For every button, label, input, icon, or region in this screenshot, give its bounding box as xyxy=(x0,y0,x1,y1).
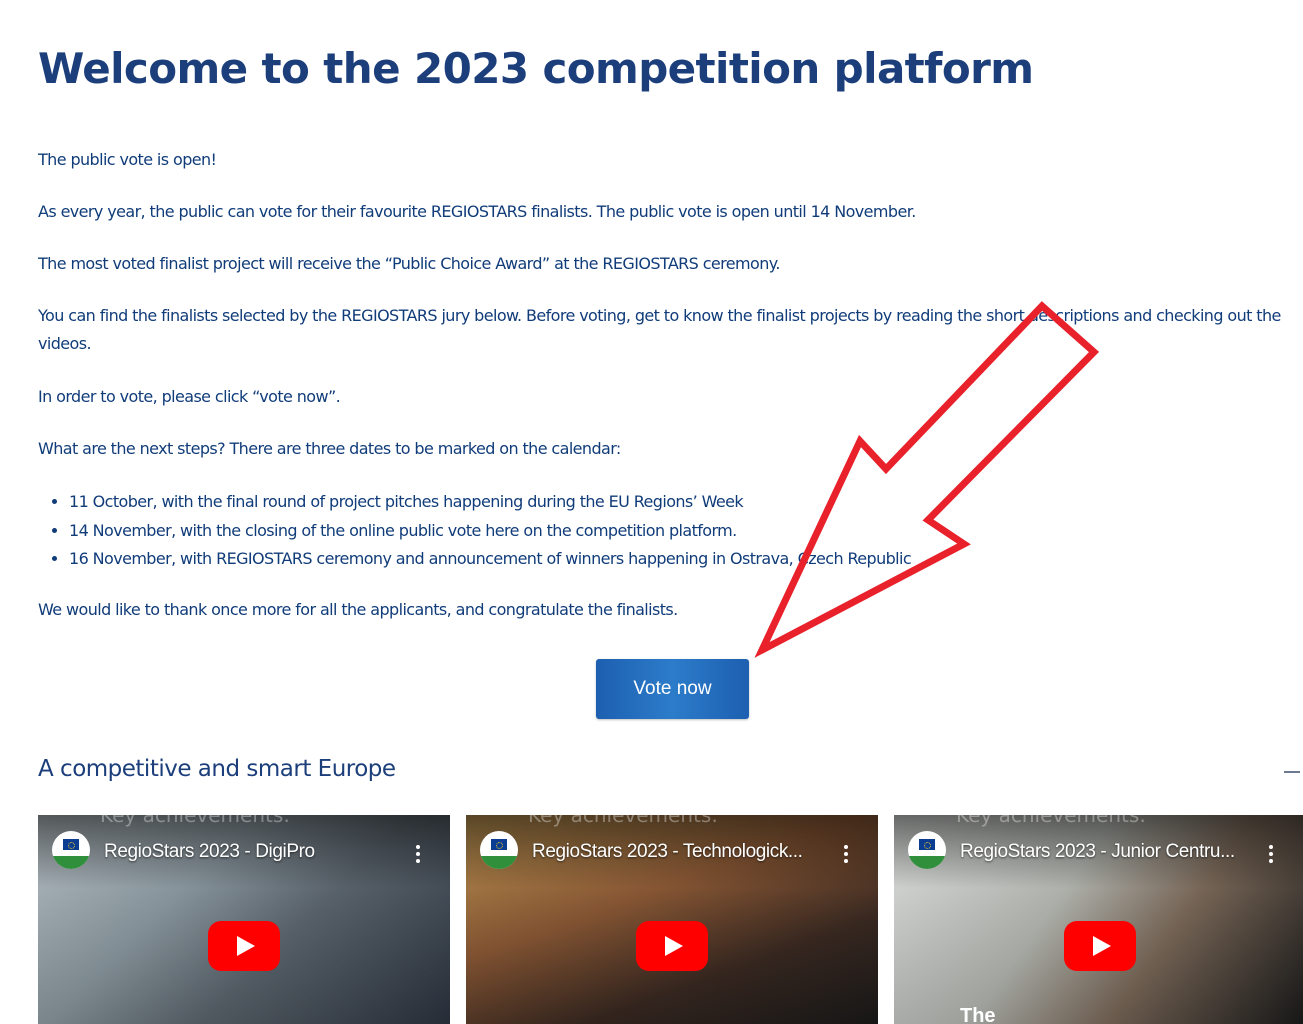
vote-now-button[interactable]: Vote now xyxy=(596,659,749,719)
channel-logo[interactable] xyxy=(908,831,946,869)
page-title: Welcome to the 2023 competition platform xyxy=(38,44,1034,93)
video-title[interactable]: RegioStars 2023 - Technologick... xyxy=(532,841,803,863)
intro-paragraph: The most voted finalist project will rec… xyxy=(38,254,780,273)
video-embed[interactable]: Key achievements: RegioStars 2023 - Juni… xyxy=(894,815,1303,1024)
thumbnail-text: Key achievements: xyxy=(100,815,291,827)
video-caption: The xyxy=(960,1005,996,1024)
collapse-icon[interactable] xyxy=(1284,771,1300,773)
thumbnail-text: Key achievements: xyxy=(956,815,1147,827)
thumbnail-text: Key achievements: xyxy=(528,815,719,827)
list-item: 16 November, with REGIOSTARS ceremony an… xyxy=(38,545,912,574)
channel-logo[interactable] xyxy=(480,831,518,869)
intro-paragraph: The public vote is open! xyxy=(38,150,217,169)
list-item: 11 October, with the final round of proj… xyxy=(38,488,911,517)
video-embed[interactable]: Key achievements: RegioStars 2023 - Digi… xyxy=(38,815,450,1024)
channel-logo[interactable] xyxy=(52,831,90,869)
kebab-menu-icon[interactable] xyxy=(416,845,420,863)
video-embed[interactable]: Key achievements: RegioStars 2023 - Tech… xyxy=(466,815,878,1024)
youtube-play-icon[interactable] xyxy=(208,921,280,971)
intro-paragraph: In order to vote, please click “vote now… xyxy=(38,387,341,406)
youtube-play-icon[interactable] xyxy=(1064,921,1136,971)
section-title: A competitive and smart Europe xyxy=(38,756,396,782)
closing-paragraph: We would like to thank once more for all… xyxy=(38,600,678,619)
video-title[interactable]: RegioStars 2023 - DigiPro xyxy=(104,841,315,863)
kebab-menu-icon[interactable] xyxy=(844,845,848,863)
kebab-menu-icon[interactable] xyxy=(1269,845,1273,863)
intro-paragraph: As every year, the public can vote for t… xyxy=(38,202,916,221)
intro-paragraph: You can find the finalists selected by t… xyxy=(38,306,1281,353)
list-item: 14 November, with the closing of the onl… xyxy=(38,517,911,546)
intro-paragraph: What are the next steps? There are three… xyxy=(38,439,621,458)
key-dates-list: 11 October, with the final round of proj… xyxy=(38,488,912,574)
youtube-play-icon[interactable] xyxy=(636,921,708,971)
video-title[interactable]: RegioStars 2023 - Junior Centru... xyxy=(960,841,1235,863)
